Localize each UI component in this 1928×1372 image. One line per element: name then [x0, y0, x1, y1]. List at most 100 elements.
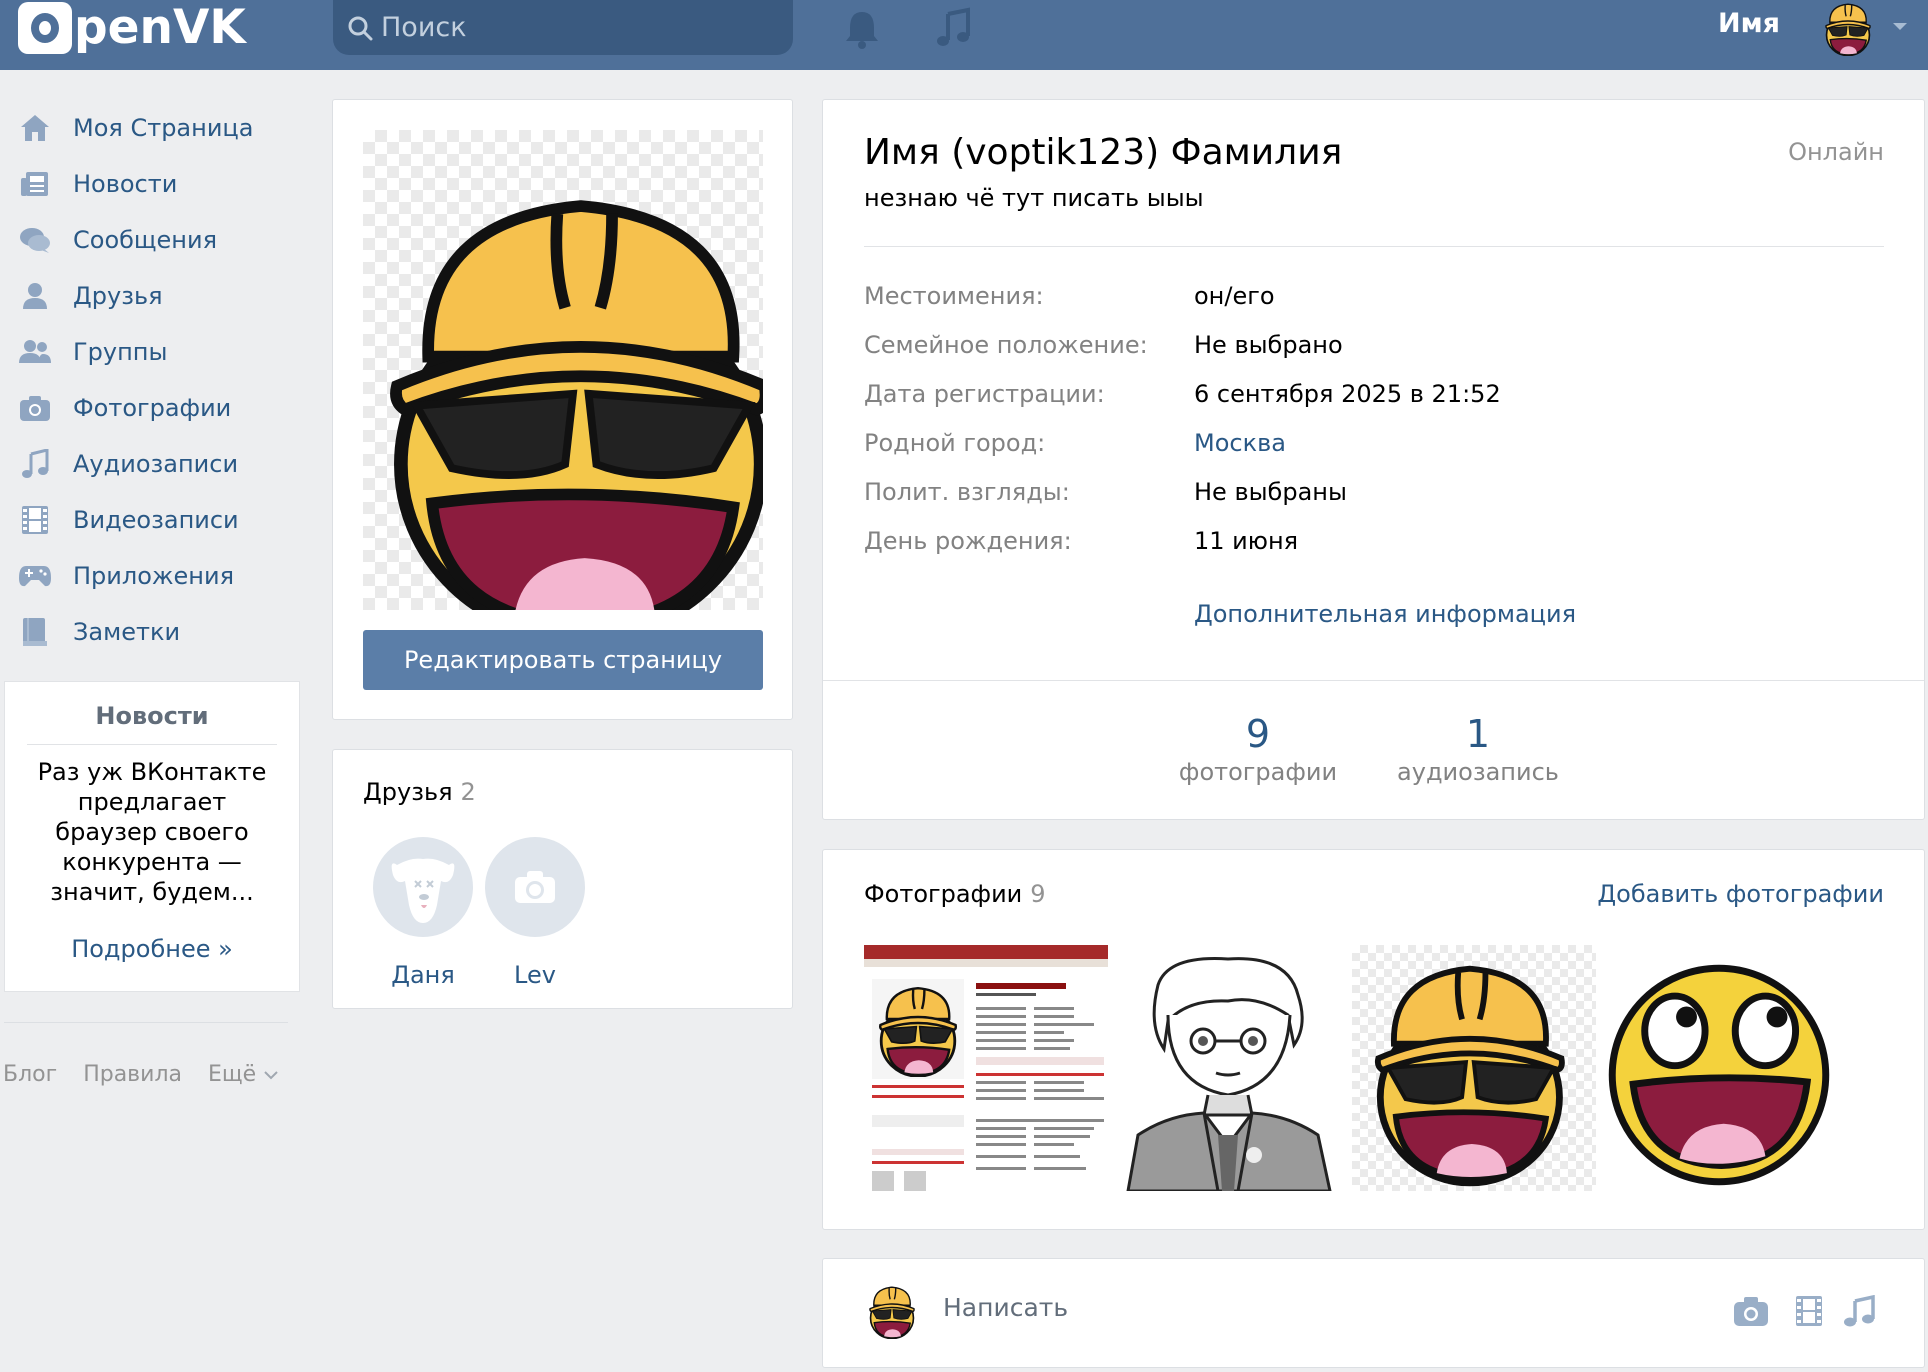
camera-icon	[18, 391, 52, 425]
profile-status[interactable]: незнаю чё тут писать ыыы	[864, 184, 1204, 212]
profile-info-card: Имя (voptik123) Фамилия незнаю чё тут пи…	[822, 99, 1925, 820]
sidebar-item-label: Заметки	[73, 618, 181, 646]
sidebar-item-photos[interactable]: Фотографии	[18, 388, 231, 428]
film-icon	[18, 503, 52, 537]
photos-card: Фотографии 9 Добавить фотографии	[822, 849, 1925, 1230]
photo-thumbnail-smiley[interactable]	[1352, 945, 1598, 1191]
newspaper-icon	[18, 167, 52, 201]
notebook-icon	[18, 615, 52, 649]
counter-label: фотографии	[1178, 758, 1338, 786]
search-box[interactable]	[333, 0, 793, 55]
divider	[4, 1022, 288, 1023]
sidebar-item-label: Группы	[73, 338, 168, 366]
news-widget-title: Новости	[95, 702, 209, 730]
openvk-logo[interactable]: penVK	[18, 0, 246, 56]
sidebar-item-news[interactable]: Новости	[18, 164, 177, 204]
friend-name: Lev	[514, 961, 556, 989]
sidebar-item-label: Приложения	[73, 562, 235, 590]
bell-icon[interactable]	[842, 6, 882, 50]
post-composer: Написать	[822, 1258, 1925, 1368]
logo-text: penVK	[74, 0, 246, 55]
profile-avatar[interactable]	[363, 130, 763, 610]
caret-down-icon[interactable]	[1892, 22, 1908, 32]
top-header: penVK Имя	[0, 0, 1928, 70]
sidebar-item-notes[interactable]: Заметки	[18, 612, 180, 652]
counter-label: аудиозапись	[1397, 758, 1559, 786]
person-icon	[18, 279, 52, 313]
divider	[864, 246, 1884, 247]
friend-avatar	[373, 837, 473, 937]
awesome-face-image	[1596, 945, 1842, 1191]
info-value: 11 июня	[1194, 527, 1299, 555]
info-key: Полит. взгляды:	[864, 478, 1070, 506]
sidebar-item-messages[interactable]: Сообщения	[18, 220, 217, 260]
sidebar-item-friends[interactable]: Друзья	[18, 276, 163, 316]
header-user-name[interactable]: Имя	[1718, 8, 1780, 39]
sidebar-item-audio[interactable]: Аудиозаписи	[18, 444, 238, 484]
more-info-link[interactable]: Дополнительная информация	[1194, 600, 1576, 628]
profile-avatar-card: Редактировать страницу	[332, 99, 793, 720]
music-note-icon[interactable]	[1841, 1295, 1877, 1327]
film-icon[interactable]	[1791, 1295, 1827, 1327]
friends-header[interactable]: Друзья 2	[363, 778, 476, 806]
music-note-icon	[18, 447, 52, 481]
sidebar-news-widget: Новости Раз уж ВКонтакте предлагает брау…	[4, 681, 300, 992]
sidebar-item-label: Сообщения	[73, 226, 218, 254]
gamepad-icon	[18, 559, 52, 593]
sidebar-item-groups[interactable]: Группы	[18, 332, 167, 372]
footer-more-label: Ещё	[207, 1062, 257, 1087]
divider	[823, 680, 1924, 681]
search-input[interactable]	[381, 12, 761, 43]
footer-more-menu[interactable]: Ещё	[208, 1062, 278, 1087]
camera-icon[interactable]	[1733, 1295, 1769, 1327]
online-status: Онлайн	[1788, 138, 1884, 166]
info-value: 6 сентября 2025 в 21:52	[1194, 380, 1501, 408]
camera-icon	[515, 871, 555, 903]
sidebar-item-label: Моя Страница	[73, 114, 254, 142]
profile-name: Имя (voptik123) Фамилия	[864, 132, 1343, 173]
sidebar-item-label: Друзья	[73, 282, 163, 310]
profile-screenshot-image	[864, 945, 1110, 1191]
edit-page-button[interactable]: Редактировать страницу	[363, 630, 763, 690]
photos-counter[interactable]: 9 фотографии	[1178, 712, 1338, 786]
divider	[27, 744, 277, 745]
footer-link-blog[interactable]: Блог	[3, 1062, 57, 1087]
footer-link-rules[interactable]: Правила	[83, 1062, 182, 1087]
friend-item[interactable]: Lev	[485, 837, 585, 989]
counter-number: 1	[1465, 712, 1491, 756]
search-icon	[348, 16, 373, 40]
info-value: он/его	[1194, 282, 1275, 310]
photos-header[interactable]: Фотографии 9	[864, 880, 1046, 908]
info-key: Родной город:	[864, 429, 1046, 457]
photo-thumbnail-drawing[interactable]	[1108, 945, 1354, 1191]
people-icon	[18, 335, 52, 369]
friends-title: Друзья	[363, 778, 453, 806]
photo-thumbnail-screenshot[interactable]	[864, 945, 1110, 1191]
info-key: Местоимения:	[864, 282, 1044, 310]
friend-name: Даня	[391, 961, 455, 989]
chevron-down-icon	[264, 1070, 278, 1079]
info-value: Не выбрано	[1194, 331, 1343, 359]
hardhat-smiley-image	[1352, 945, 1598, 1191]
sidebar-item-label: Новости	[73, 170, 178, 198]
news-more-link[interactable]: Подробнее »	[71, 935, 233, 963]
friends-card: Друзья 2 Даня Lev	[332, 749, 793, 1009]
news-widget-text: Раз уж ВКонтакте предлагает браузер свое…	[37, 758, 267, 906]
add-photos-link[interactable]: Добавить фотографии	[1597, 880, 1884, 908]
info-value: Не выбраны	[1194, 478, 1347, 506]
photo-thumbnail-awesome-face[interactable]	[1596, 945, 1842, 1191]
info-key: Дата регистрации:	[864, 380, 1105, 408]
friends-count: 2	[460, 778, 476, 806]
sidebar-item-apps[interactable]: Приложения	[18, 556, 234, 596]
audio-counter[interactable]: 1 аудиозапись	[1388, 712, 1568, 786]
sidebar-item-video[interactable]: Видеозаписи	[18, 500, 239, 540]
sidebar-item-my-page[interactable]: Моя Страница	[18, 108, 253, 148]
post-input[interactable]: Написать	[943, 1293, 1068, 1322]
hometown-link[interactable]: Москва	[1194, 429, 1286, 457]
header-avatar[interactable]	[1820, 0, 1876, 56]
anime-character-image	[1126, 957, 1332, 1191]
info-key: Семейное положение:	[864, 331, 1148, 359]
music-note-icon[interactable]	[934, 6, 974, 50]
friend-item[interactable]: Даня	[373, 837, 473, 989]
photos-title: Фотографии	[864, 880, 1023, 908]
